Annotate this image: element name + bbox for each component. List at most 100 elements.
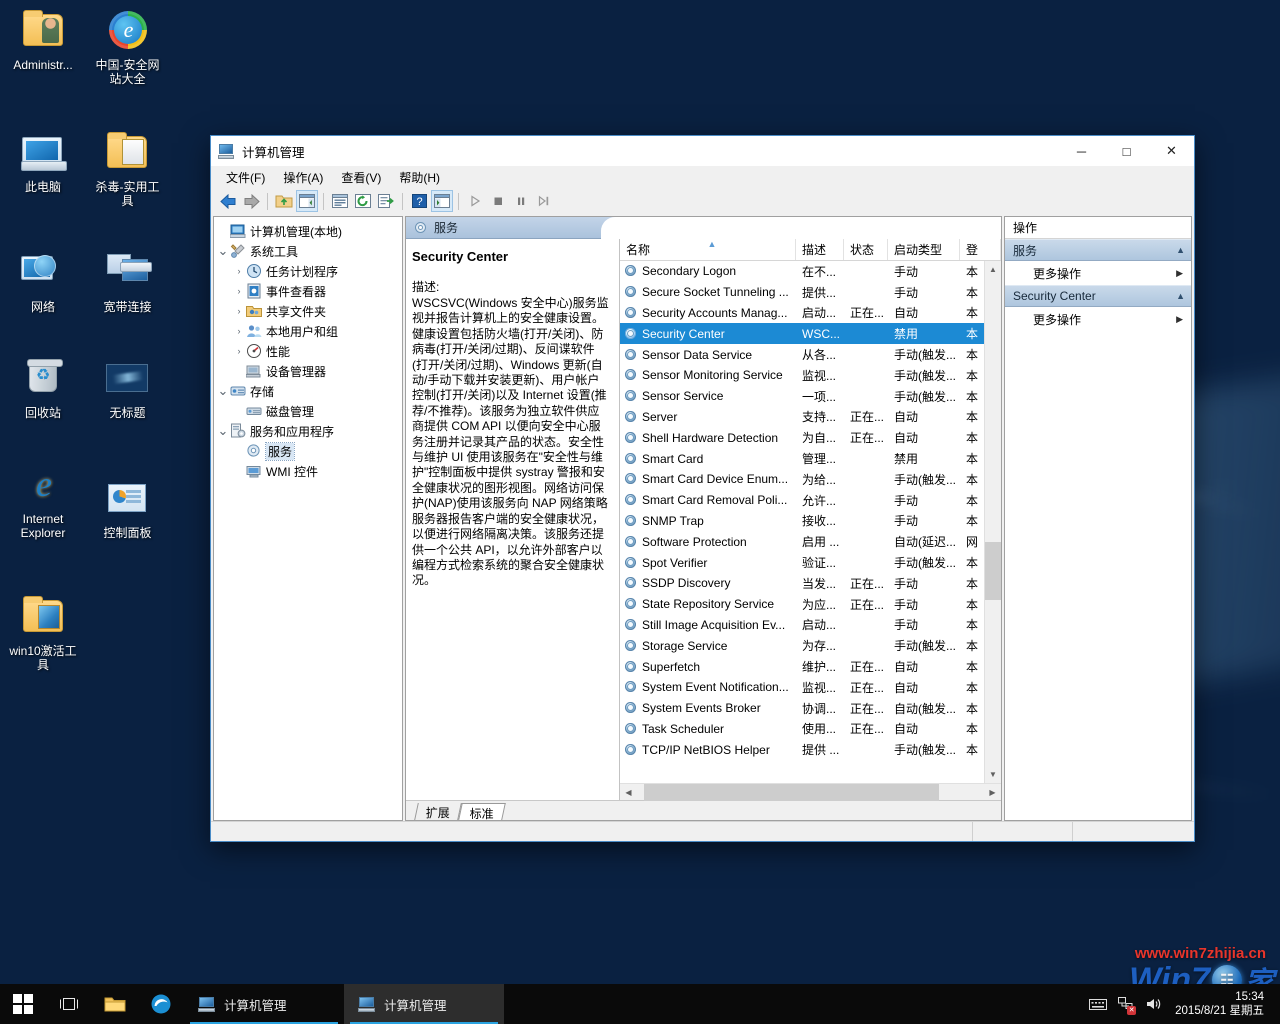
up-one-level-button[interactable] (273, 190, 295, 212)
table-row[interactable]: Superfetch维护...正在...自动本 (620, 656, 1001, 677)
tree-node-11[interactable]: 服务 (216, 441, 400, 461)
chevron-down-icon[interactable]: ⌄ (216, 426, 230, 436)
scroll-thumb[interactable] (644, 784, 939, 801)
taskbar-item-computer-management-1[interactable]: 计算机管理 (184, 984, 344, 1024)
restart-service-button[interactable] (533, 190, 555, 212)
volume-icon[interactable] (1141, 984, 1167, 1024)
menu-help[interactable]: 帮助(H) (390, 167, 449, 188)
stop-service-button[interactable] (487, 190, 509, 212)
scroll-thumb[interactable] (985, 542, 1002, 601)
table-row[interactable]: Secure Socket Tunneling ...提供...手动本 (620, 282, 1001, 303)
clock[interactable]: 15:34 2015/8/21 星期五 (1169, 990, 1274, 1018)
tab-standard[interactable]: 标准 (458, 803, 506, 820)
desktop-icon-network[interactable]: 网络 (6, 248, 80, 314)
table-row[interactable]: Shell Hardware Detection为自...正在...自动本 (620, 427, 1001, 448)
scroll-left-button[interactable]: ◀ (620, 784, 637, 801)
scroll-down-button[interactable]: ▼ (985, 766, 1002, 783)
tab-extended[interactable]: 扩展 (414, 803, 462, 820)
tree-node-7[interactable]: 设备管理器 (216, 361, 400, 381)
desktop-icon-broadband[interactable]: 宽带连接 (90, 248, 164, 314)
table-row[interactable]: Smart Card Removal Poli...允许...手动本 (620, 490, 1001, 511)
column-header-logon-as[interactable]: 登 (960, 239, 1001, 260)
table-row[interactable]: TCP/IP NetBIOS Helper提供 ...手动(触发...本 (620, 739, 1001, 760)
window-titlebar[interactable]: 计算机管理 ─ □ ✕ (211, 136, 1194, 166)
table-row[interactable]: Storage Service为存...手动(触发...本 (620, 635, 1001, 656)
desktop-icon-untitled[interactable]: 无标题 (90, 354, 164, 420)
close-button[interactable]: ✕ (1149, 136, 1194, 166)
tree-node-8[interactable]: ⌄存储 (216, 381, 400, 401)
table-row[interactable]: Spot Verifier验证...手动(触发...本 (620, 552, 1001, 573)
refresh-button[interactable] (352, 190, 374, 212)
table-row[interactable]: SSDP Discovery当发...正在...手动本 (620, 573, 1001, 594)
table-row[interactable]: Software Protection启用 ...自动(延迟...网 (620, 531, 1001, 552)
desktop-icon-control-panel[interactable]: 控制面板 (90, 474, 164, 540)
scroll-up-button[interactable]: ▲ (985, 261, 1002, 278)
table-row[interactable]: Security Accounts Manag...启动...正在...自动本 (620, 303, 1001, 324)
table-row[interactable]: System Events Broker协调...正在...自动(触发...本 (620, 698, 1001, 719)
pause-service-button[interactable] (510, 190, 532, 212)
actions-group-services[interactable]: 服务 ▲ (1005, 239, 1191, 261)
scroll-track[interactable] (637, 784, 984, 801)
chevron-right-icon[interactable]: › (232, 286, 246, 296)
menu-action[interactable]: 操作(A) (274, 167, 332, 188)
more-actions-security-center[interactable]: 更多操作 ▶ (1005, 307, 1191, 331)
edge-browser-button[interactable] (138, 984, 184, 1024)
menu-file[interactable]: 文件(F) (217, 167, 274, 188)
chevron-right-icon[interactable]: › (232, 346, 246, 356)
maximize-button[interactable]: □ (1104, 136, 1149, 166)
actions-group-security-center[interactable]: Security Center ▲ (1005, 285, 1191, 307)
tree-node-6[interactable]: ›性能 (216, 341, 400, 361)
table-row[interactable]: State Repository Service为应...正在...手动本 (620, 594, 1001, 615)
tree-node-1[interactable]: ⌄系统工具 (216, 241, 400, 261)
network-disconnected-icon[interactable]: ✕ (1113, 984, 1139, 1024)
chevron-right-icon[interactable]: › (232, 266, 246, 276)
table-row[interactable]: Still Image Acquisition Ev...启动...手动本 (620, 615, 1001, 636)
column-header-startup-type[interactable]: 启动类型 (888, 239, 960, 260)
taskbar-item-computer-management-2[interactable]: 计算机管理 (344, 984, 504, 1024)
more-actions-services[interactable]: 更多操作 ▶ (1005, 261, 1191, 285)
desktop-icon-antivirus-tools[interactable]: 杀毒-实用工具 (90, 128, 164, 208)
table-row[interactable]: Server支持...正在...自动本 (620, 407, 1001, 428)
table-row[interactable]: Sensor Service一项...手动(触发...本 (620, 386, 1001, 407)
desktop-icon-china-security-sites[interactable]: 中国-安全网站大全 (90, 6, 164, 86)
show-action-pane-button[interactable] (431, 190, 453, 212)
tree-node-3[interactable]: ›事件查看器 (216, 281, 400, 301)
table-row[interactable]: SNMP Trap接收...手动本 (620, 511, 1001, 532)
keyboard-ime-icon[interactable] (1085, 984, 1111, 1024)
tree-node-4[interactable]: ›共享文件夹 (216, 301, 400, 321)
properties-button[interactable] (329, 190, 351, 212)
tree-node-10[interactable]: ⌄服务和应用程序 (216, 421, 400, 441)
chevron-right-icon[interactable]: › (232, 306, 246, 316)
chevron-down-icon[interactable]: ⌄ (216, 386, 230, 396)
back-button[interactable] (217, 190, 239, 212)
forward-button[interactable] (240, 190, 262, 212)
scroll-right-button[interactable]: ▶ (984, 784, 1001, 801)
table-row[interactable]: Sensor Data Service从各...手动(触发...本 (620, 344, 1001, 365)
table-row[interactable]: System Event Notification...监视...正在...自动… (620, 677, 1001, 698)
table-row[interactable]: Smart Card Device Enum...为给...手动(触发...本 (620, 469, 1001, 490)
scroll-track[interactable] (985, 278, 1002, 766)
column-header-status[interactable]: 状态 (844, 239, 888, 260)
table-row[interactable]: Security CenterWSC...禁用本 (620, 323, 1001, 344)
start-service-button[interactable] (464, 190, 486, 212)
chevron-right-icon[interactable]: › (232, 326, 246, 336)
desktop-icon-internet-explorer[interactable]: e Internet Explorer (6, 460, 80, 540)
chevron-down-icon[interactable]: ⌄ (216, 246, 230, 256)
tree-node-2[interactable]: ›任务计划程序 (216, 261, 400, 281)
export-list-button[interactable] (375, 190, 397, 212)
services-vertical-scrollbar[interactable]: ▲ ▼ (984, 261, 1001, 783)
tree-node-root[interactable]: 计算机管理(本地) (216, 221, 400, 241)
services-horizontal-scrollbar[interactable]: ◀ ▶ (620, 783, 1001, 800)
desktop-icon-win10-activation-tool[interactable]: win10激活工具 (6, 592, 80, 672)
menu-view[interactable]: 查看(V) (332, 167, 390, 188)
show-hide-tree-button[interactable] (296, 190, 318, 212)
column-header-name[interactable]: 名称 ▲ (620, 239, 796, 260)
task-view-button[interactable] (46, 984, 92, 1024)
start-button[interactable] (0, 984, 46, 1024)
table-row[interactable]: Smart Card管理...禁用本 (620, 448, 1001, 469)
table-row[interactable]: Task Scheduler使用...正在...自动本 (620, 719, 1001, 740)
desktop-icon-recycle-bin[interactable]: 回收站 (6, 354, 80, 420)
tree-node-12[interactable]: WMI 控件 (216, 461, 400, 481)
table-row[interactable]: Secondary Logon在不...手动本 (620, 261, 1001, 282)
tree-node-9[interactable]: 磁盘管理 (216, 401, 400, 421)
